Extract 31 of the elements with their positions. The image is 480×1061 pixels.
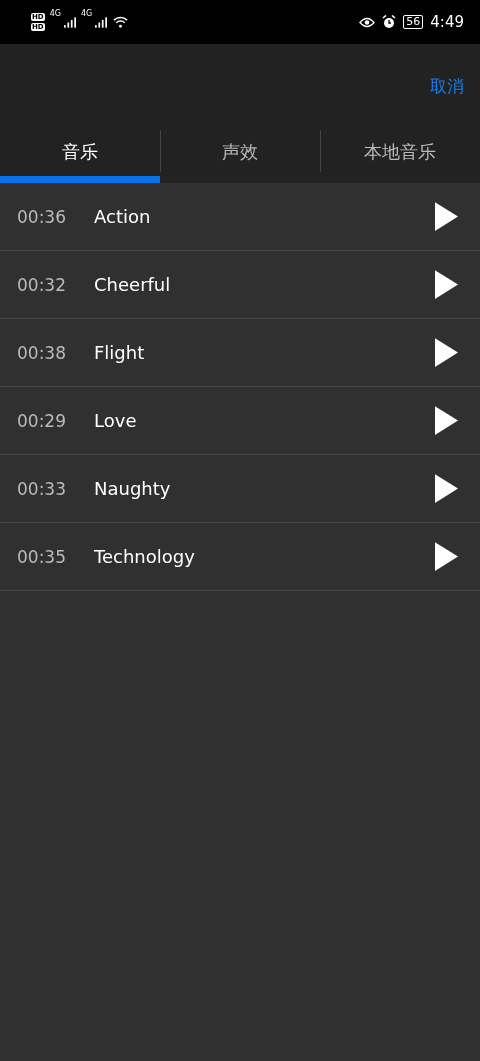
track-duration: 00:32 bbox=[17, 274, 67, 295]
track-title: Technology bbox=[94, 546, 196, 567]
track-title: Naughty bbox=[94, 478, 172, 499]
tab[interactable]: 本地音乐 bbox=[320, 128, 480, 183]
track-title: Love bbox=[94, 410, 138, 431]
cancel-button[interactable]: 取消 bbox=[430, 74, 464, 98]
battery-level: 56 bbox=[403, 15, 424, 29]
eye-icon bbox=[359, 16, 376, 28]
signal-icon bbox=[95, 16, 108, 28]
play-icon[interactable] bbox=[435, 202, 458, 231]
track-duration: 00:29 bbox=[17, 410, 67, 431]
track-duration: 00:33 bbox=[17, 478, 67, 499]
track-title: Action bbox=[94, 206, 152, 227]
track-title: Flight bbox=[94, 342, 146, 363]
tab[interactable]: 音乐 bbox=[0, 128, 160, 183]
wifi-icon bbox=[113, 16, 129, 28]
track-title: Cheerful bbox=[94, 274, 172, 295]
play-icon[interactable] bbox=[435, 542, 458, 571]
track-duration: 00:36 bbox=[17, 206, 67, 227]
network-type: 4G bbox=[80, 9, 93, 18]
track-duration: 00:35 bbox=[17, 546, 67, 567]
signal-icon bbox=[63, 16, 76, 28]
play-icon[interactable] bbox=[435, 406, 458, 435]
network-type: 4G bbox=[49, 9, 61, 18]
alarm-icon bbox=[382, 15, 397, 29]
play-icon[interactable] bbox=[435, 270, 458, 299]
play-icon[interactable] bbox=[435, 338, 458, 367]
play-icon[interactable] bbox=[435, 474, 458, 503]
tab[interactable]: 声效 bbox=[160, 128, 320, 183]
track-duration: 00:38 bbox=[17, 342, 67, 363]
clock: 4:49 bbox=[430, 13, 464, 31]
